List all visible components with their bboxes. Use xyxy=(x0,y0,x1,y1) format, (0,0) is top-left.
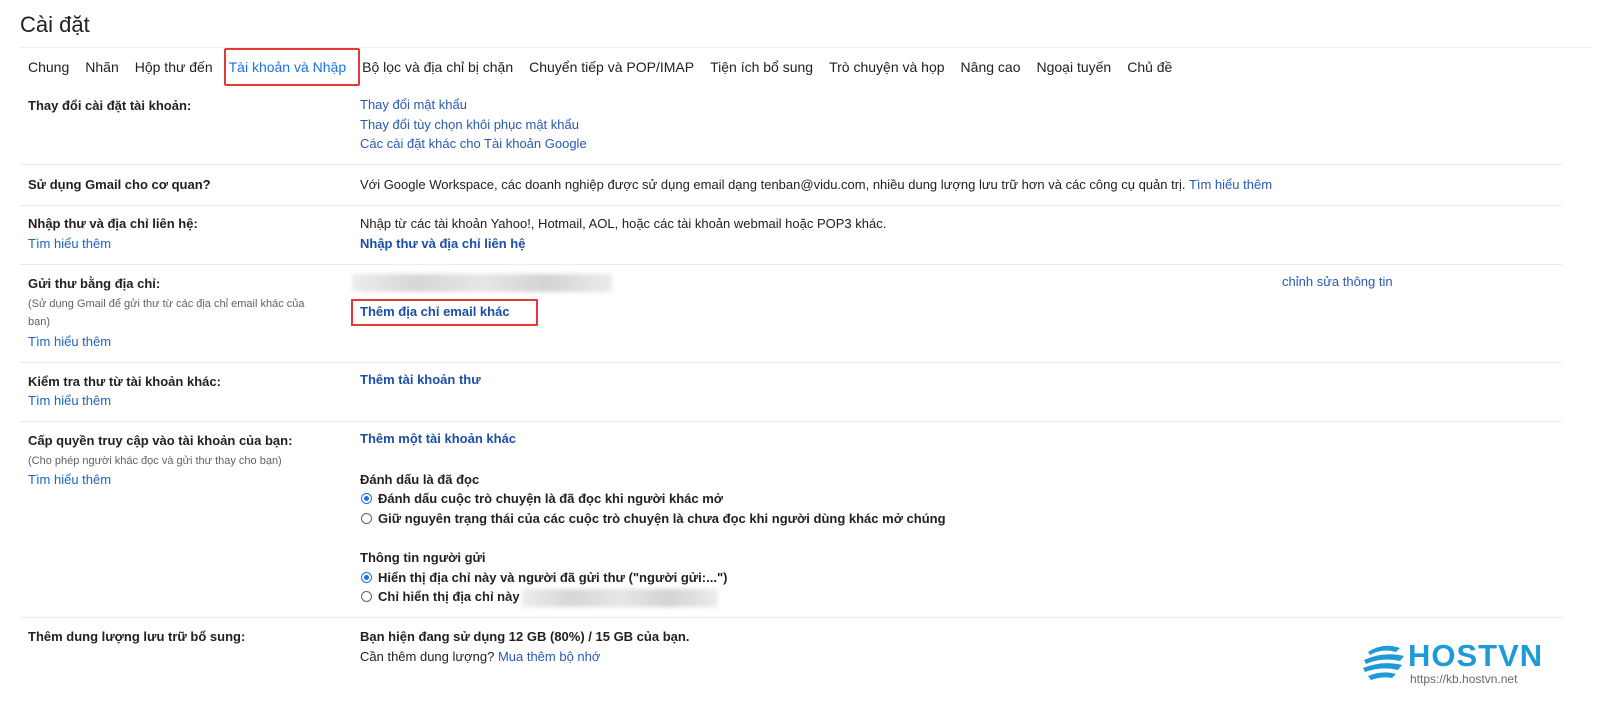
workspace-learn-more-link[interactable]: Tìm hiểu thêm xyxy=(1189,177,1272,192)
settings-row-change-account: Thay đổi cài đặt tài khoản: Thay đổi mật… xyxy=(20,95,1562,165)
row-sublabel: (Sử dụng Gmail để gửi thư từ các địa chỉ… xyxy=(28,298,305,310)
row-label: Nhập thư và địa chỉ liên hệ: xyxy=(28,216,198,231)
tab-chat-meet[interactable]: Trò chuyện và họp xyxy=(821,59,952,75)
sender-option-1[interactable]: Hiển thị địa chỉ này và người đã gửi thư… xyxy=(360,568,727,588)
settings-row-check-mail: Kiểm tra thư từ tài khoản khác: Tìm hiểu… xyxy=(20,363,1562,422)
option-label: Chỉ hiển thị địa chỉ này xyxy=(378,589,520,604)
page-title: Cài đặt xyxy=(20,12,90,37)
check-mail-learn-more-link[interactable]: Tìm hiểu thêm xyxy=(28,391,111,410)
redacted-email-address xyxy=(521,588,718,607)
row-values: Nhập từ các tài khoản Yahoo!, Hotmail, A… xyxy=(360,214,886,253)
add-mail-account-link[interactable]: Thêm tài khoản thư xyxy=(360,372,481,387)
tab-offline[interactable]: Ngoại tuyến xyxy=(1028,59,1119,75)
import-learn-more-link[interactable]: Tìm hiểu thêm xyxy=(28,234,111,253)
edit-info-link[interactable]: chỉnh sửa thông tin xyxy=(1282,274,1393,289)
row-label: Gửi thư bằng địa chỉ: xyxy=(28,276,161,291)
grant-learn-more-link[interactable]: Tìm hiểu thêm xyxy=(28,470,111,489)
storage-question: Cần thêm dung lượng? xyxy=(360,648,495,664)
sender-info-title: Thông tin người gửi xyxy=(360,550,486,565)
option-label: Hiển thị địa chỉ này và người đã gửi thư… xyxy=(378,570,728,585)
tab-inbox[interactable]: Hộp thư đến xyxy=(127,59,221,75)
buy-storage-link[interactable]: Mua thêm bộ nhớ xyxy=(498,649,600,664)
tab-labels[interactable]: Nhãn xyxy=(77,59,126,75)
row-label: Thêm dung lượng lưu trữ bổ sung: xyxy=(28,629,246,644)
change-password-link[interactable]: Thay đổi mật khẩu xyxy=(360,95,587,115)
change-recovery-options-link[interactable]: Thay đổi tùy chọn khôi phục mật khẩu xyxy=(360,115,587,135)
row-label: Kiểm tra thư từ tài khoản khác: xyxy=(28,374,221,389)
settings-tabs: Chung Nhãn Hộp thư đến Tài khoản và Nhập… xyxy=(20,58,1180,76)
tab-filters[interactable]: Bộ lọc và địa chỉ bị chặn xyxy=(354,59,521,75)
active-tab-highlight xyxy=(224,48,360,86)
mark-as-read-title: Đánh dấu là đã đọc xyxy=(360,472,480,487)
option-label: Đánh dấu cuộc trò chuyện là đã đọc khi n… xyxy=(378,491,724,506)
row-sublabel: bạn) xyxy=(28,316,51,328)
row-label: Cấp quyền truy cập vào tài khoản của bạn… xyxy=(28,433,293,448)
hostvn-logo-icon xyxy=(1363,645,1404,680)
settings-row-storage: Thêm dung lượng lưu trữ bổ sung: Bạn hiệ… xyxy=(20,618,1562,678)
row-values: Thay đổi mật khẩu Thay đổi tùy chọn khôi… xyxy=(360,95,587,154)
sender-option-2[interactable]: Chỉ hiển thị địa chỉ này xyxy=(360,587,718,607)
tab-addons[interactable]: Tiện ích bổ sung xyxy=(702,59,821,75)
option-label: Giữ nguyên trạng thái của các cuộc trò c… xyxy=(378,511,946,526)
settings-row-workspace: Sử dụng Gmail cho cơ quan? Với Google Wo… xyxy=(20,165,1562,206)
mark-read-option-2[interactable]: Giữ nguyên trạng thái của các cuộc trò c… xyxy=(360,509,946,529)
add-another-account-link[interactable]: Thêm một tài khoản khác xyxy=(360,431,516,446)
row-values: Với Google Workspace, các doanh nghiệp đ… xyxy=(360,175,1272,195)
workspace-description: Với Google Workspace, các doanh nghiệp đ… xyxy=(360,177,1186,192)
import-description: Nhập từ các tài khoản Yahoo!, Hotmail, A… xyxy=(360,216,887,231)
tab-themes[interactable]: Chủ đề xyxy=(1119,59,1180,75)
row-label: Thay đổi cài đặt tài khoản: xyxy=(28,98,192,113)
mark-read-option-1[interactable]: Đánh dấu cuộc trò chuyện là đã đọc khi n… xyxy=(360,489,723,509)
settings-row-import: Nhập thư và địa chỉ liên hệ: Tìm hiểu th… xyxy=(20,206,1562,265)
radio-selected-icon[interactable] xyxy=(361,572,372,583)
hostvn-brand-url: https://kb.hostvn.net xyxy=(1410,672,1518,686)
redacted-email-address xyxy=(352,274,612,292)
storage-more-line: Cần thêm dung lượng? Mua thêm bộ nhớ xyxy=(360,647,689,667)
storage-usage-text: Bạn hiện đang sử dụng 12 GB (80%) / 15 G… xyxy=(360,629,690,644)
tab-forwarding-pop-imap[interactable]: Chuyển tiếp và POP/IMAP xyxy=(521,59,702,75)
row-sublabel: (Cho phép người khác đọc và gửi thư thay… xyxy=(28,455,282,467)
send-as-learn-more-link[interactable]: Tìm hiểu thêm xyxy=(28,332,111,351)
radio-unselected-icon[interactable] xyxy=(361,591,372,602)
row-values: Bạn hiện đang sử dụng 12 GB (80%) / 15 G… xyxy=(360,627,689,666)
highlight-box xyxy=(351,299,538,326)
settings-row-grant-access: Cấp quyền truy cập vào tài khoản của bạn… xyxy=(20,422,1562,618)
row-label: Sử dụng Gmail cho cơ quan? xyxy=(28,177,211,192)
google-account-settings-link[interactable]: Các cài đặt khác cho Tài khoản Google xyxy=(360,134,587,154)
hostvn-watermark: HOSTVN https://kb.hostvn.net xyxy=(1360,636,1545,692)
radio-unselected-icon[interactable] xyxy=(361,513,372,524)
hostvn-brand-name: HOSTVN xyxy=(1408,638,1544,673)
settings-row-send-as: Gửi thư bằng địa chỉ: (Sử dụng Gmail để … xyxy=(20,265,1562,363)
tab-advanced[interactable]: Nâng cao xyxy=(953,59,1029,75)
tab-general[interactable]: Chung xyxy=(20,59,77,75)
import-mail-contacts-link[interactable]: Nhập thư và địa chỉ liên hệ xyxy=(360,234,886,254)
radio-selected-icon[interactable] xyxy=(361,493,372,504)
